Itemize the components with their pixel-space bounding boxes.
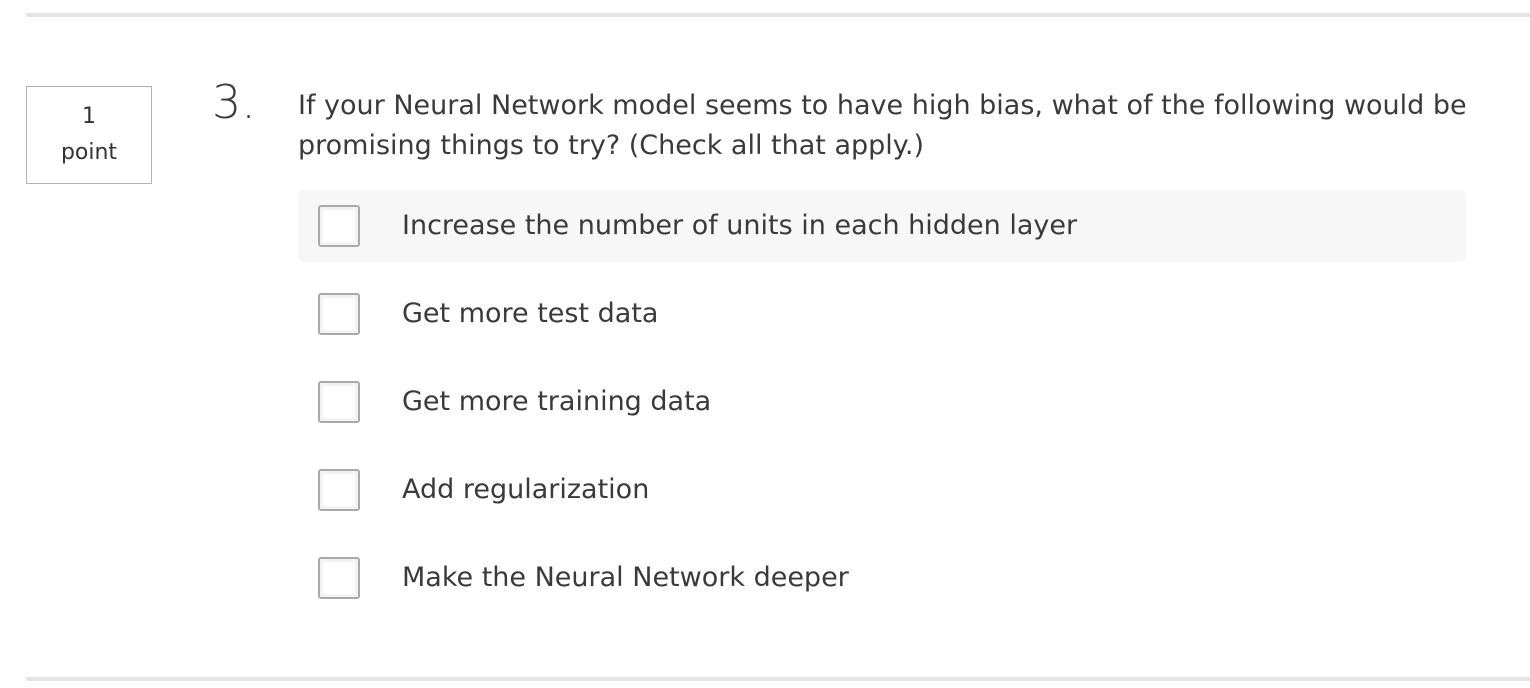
- option-label[interactable]: Get more test data: [402, 296, 658, 332]
- question-number: 3.: [212, 75, 256, 129]
- points-value: 1: [82, 104, 96, 129]
- option-checkbox[interactable]: [318, 205, 360, 247]
- option-checkbox[interactable]: [318, 293, 360, 335]
- option-label[interactable]: Add regularization: [402, 472, 649, 508]
- option-increase-units[interactable]: Increase the number of units in each hid…: [298, 190, 1466, 262]
- top-divider: [26, 13, 1530, 17]
- option-deeper-network[interactable]: Make the Neural Network deeper: [298, 542, 1466, 614]
- option-more-training-data[interactable]: Get more training data: [298, 366, 1466, 438]
- option-checkbox[interactable]: [318, 381, 360, 423]
- option-more-test-data[interactable]: Get more test data: [298, 278, 1466, 350]
- option-checkbox[interactable]: [318, 469, 360, 511]
- quiz-question-page: 1 point 3. If your Neural Network model …: [0, 0, 1530, 688]
- question-text: If your Neural Network model seems to ha…: [298, 90, 1467, 161]
- option-label[interactable]: Get more training data: [402, 384, 711, 420]
- answer-options: Increase the number of units in each hid…: [298, 190, 1466, 630]
- bottom-divider: [26, 677, 1530, 681]
- option-checkbox[interactable]: [318, 557, 360, 599]
- option-label[interactable]: Make the Neural Network deeper: [402, 560, 849, 596]
- points-unit: point: [60, 140, 118, 165]
- option-label[interactable]: Increase the number of units in each hid…: [402, 208, 1077, 244]
- option-add-regularization[interactable]: Add regularization: [298, 454, 1466, 526]
- points-badge: 1 point: [26, 86, 152, 184]
